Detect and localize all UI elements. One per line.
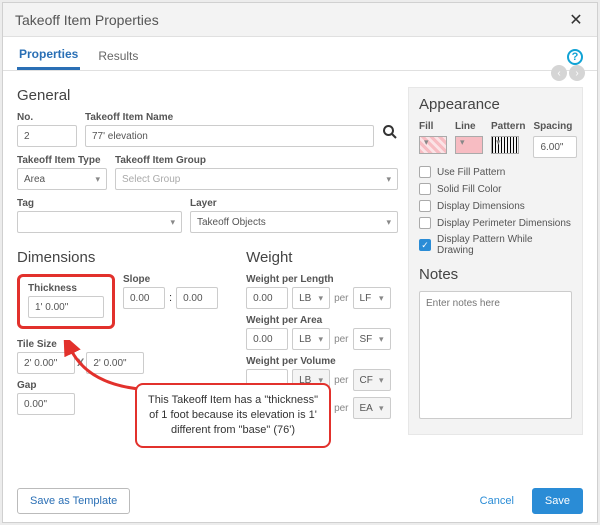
thickness-highlight: Thickness [17,274,115,329]
right-panel: Appearance Fill Line Pattern Spacing Use… [408,81,583,470]
wpl-lu-select[interactable]: LF [353,287,391,309]
notes-heading: Notes [419,266,572,283]
layer-select[interactable]: Takeoff Objects [190,211,398,233]
tag-select[interactable] [17,211,182,233]
footer: Save as Template Cancel Save [3,480,597,522]
titlebar: Takeoff Item Properties ✕ [3,3,597,37]
solid-fill-checkbox[interactable] [419,183,431,195]
modal-title: Takeoff Item Properties [15,12,567,28]
tile-w-input[interactable] [17,352,75,374]
wpa-wu-select[interactable]: LB [292,328,330,350]
w4-lu-select[interactable]: EA [353,397,391,419]
slope-run-input[interactable] [176,287,218,309]
group-select[interactable]: Select Group [115,168,398,190]
cancel-button[interactable]: Cancel [468,489,526,513]
callout-text: This Takeoff Item has a "thickness" of 1… [148,394,318,436]
per-text-4: per [334,403,348,414]
wpv-label: Weight per Volume [246,356,398,367]
weight-heading: Weight [246,249,398,266]
use-fill-pattern-checkbox[interactable] [419,166,431,178]
nav-arrows: ‹ › [551,65,585,81]
line-label: Line [455,121,483,132]
layer-label: Layer [190,198,398,209]
slope-colon: : [169,292,172,304]
fill-label: Fill [419,121,447,132]
type-select[interactable]: Area [17,168,107,190]
display-dimensions-label: Display Dimensions [437,201,525,212]
save-button[interactable]: Save [532,488,583,514]
appearance-heading: Appearance [419,96,572,113]
slope-label: Slope [123,274,218,285]
wpa-lu-select[interactable]: SF [353,328,391,350]
tilesize-label: Tile Size [17,339,218,350]
name-label: Takeoff Item Name [85,112,374,123]
thickness-label: Thickness [28,283,104,294]
group-label: Takeoff Item Group [115,155,398,166]
slope-rise-input[interactable] [123,287,165,309]
wpa-input[interactable] [246,328,288,350]
gap-input[interactable] [17,393,75,415]
close-icon[interactable]: ✕ [567,10,585,30]
no-input[interactable] [17,125,77,147]
wpa-label: Weight per Area [246,315,398,326]
prev-icon[interactable]: ‹ [551,65,567,81]
dimensions-heading: Dimensions [17,249,218,266]
per-text-2: per [334,334,348,345]
display-dimensions-checkbox[interactable] [419,200,431,212]
next-icon[interactable]: › [569,65,585,81]
callout-box: This Takeoff Item has a "thickness" of 1… [135,383,331,448]
type-label: Takeoff Item Type [17,155,107,166]
name-input[interactable] [85,125,374,147]
line-swatch[interactable] [455,136,483,154]
display-perimeter-checkbox[interactable] [419,217,431,229]
spacing-input[interactable] [533,136,577,158]
per-text-1: per [334,293,348,304]
pattern-label: Pattern [491,121,525,132]
solid-fill-label: Solid Fill Color [437,184,501,195]
help-icon[interactable]: ? [567,49,583,65]
search-icon[interactable] [382,124,398,147]
appearance-section: Appearance Fill Line Pattern Spacing Use… [408,87,583,435]
wpl-label: Weight per Length [246,274,398,285]
fill-swatch[interactable] [419,136,447,154]
times-icon: X [75,357,86,369]
display-pattern-drawing-label: Display Pattern While Drawing [437,234,572,256]
tab-properties[interactable]: Properties [17,43,80,70]
use-fill-pattern-label: Use Fill Pattern [437,167,505,178]
wpl-input[interactable] [246,287,288,309]
wpl-wu-select[interactable]: LB [292,287,330,309]
display-pattern-drawing-checkbox[interactable]: ✓ [419,239,431,251]
spacing-label: Spacing [533,121,577,132]
wpv-lu-select[interactable]: CF [353,369,391,391]
tag-label: Tag [17,198,182,209]
display-perimeter-label: Display Perimeter Dimensions [437,218,571,229]
tab-results[interactable]: Results [96,45,140,69]
no-label: No. [17,112,77,123]
pattern-swatch[interactable] [491,136,519,154]
tab-bar: Properties Results ? [3,37,597,71]
gap-label: Gap [17,380,75,391]
per-text-3: per [334,375,348,386]
tile-h-input[interactable] [86,352,144,374]
general-heading: General [17,87,398,104]
notes-textarea[interactable] [419,291,572,419]
thickness-input[interactable] [28,296,104,318]
save-template-button[interactable]: Save as Template [17,488,130,514]
